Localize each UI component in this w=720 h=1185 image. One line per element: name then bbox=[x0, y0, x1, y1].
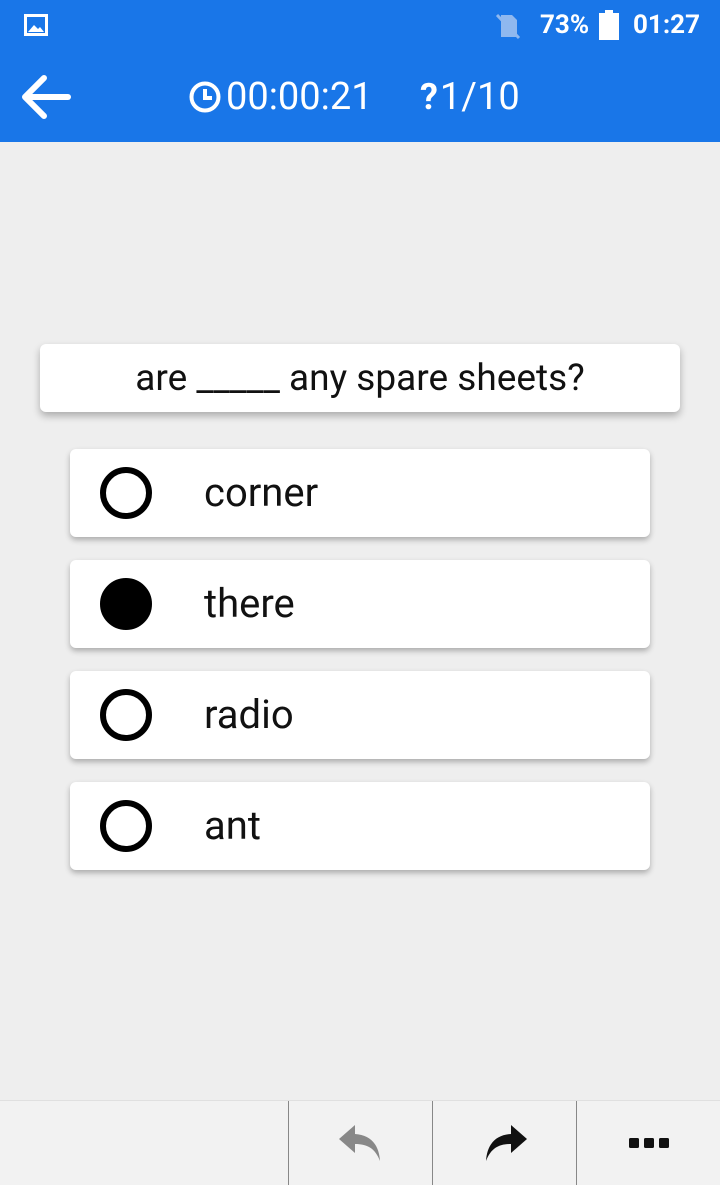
option-label: corner bbox=[204, 469, 319, 516]
image-icon bbox=[24, 14, 48, 36]
redo-icon bbox=[485, 1125, 527, 1161]
radio-button-selected[interactable] bbox=[100, 578, 152, 630]
question-counter: ? 1/10 bbox=[420, 74, 520, 120]
status-time: 01:27 bbox=[633, 10, 700, 40]
more-button[interactable] bbox=[577, 1101, 720, 1185]
radio-button[interactable] bbox=[100, 467, 152, 519]
option-label: there bbox=[204, 580, 295, 627]
bottom-toolbar bbox=[0, 1100, 720, 1185]
battery-percent: 73% bbox=[540, 10, 590, 40]
back-button[interactable] bbox=[14, 68, 76, 126]
app-bar: 00:00:21 ? 1/10 bbox=[0, 52, 720, 142]
no-sim-icon bbox=[495, 13, 521, 40]
undo-icon bbox=[338, 1125, 380, 1161]
more-horizontal-icon bbox=[628, 1138, 669, 1148]
option-label: radio bbox=[204, 691, 294, 738]
arrow-left-icon bbox=[22, 75, 71, 119]
timer-value: 00:00:21 bbox=[226, 75, 373, 119]
undo-button[interactable] bbox=[289, 1101, 432, 1185]
battery-icon bbox=[599, 10, 619, 40]
option-ant[interactable]: ant bbox=[70, 782, 650, 870]
status-bar: 73% 01:27 bbox=[0, 0, 720, 52]
option-radio[interactable]: radio bbox=[70, 671, 650, 759]
question-mark-icon: ? bbox=[420, 76, 438, 118]
progress-value: 1/10 bbox=[439, 75, 520, 119]
radio-button[interactable] bbox=[100, 800, 152, 852]
question-text: are _____ any spare sheets? bbox=[135, 356, 585, 400]
elapsed-timer: 00:00:21 bbox=[188, 74, 373, 120]
option-label: ant bbox=[204, 802, 261, 849]
radio-button[interactable] bbox=[100, 689, 152, 741]
option-there[interactable]: there bbox=[70, 560, 650, 648]
option-corner[interactable]: corner bbox=[70, 449, 650, 537]
redo-button[interactable] bbox=[433, 1101, 576, 1185]
clock-icon bbox=[189, 81, 221, 113]
question-card: are _____ any spare sheets? bbox=[40, 344, 680, 412]
